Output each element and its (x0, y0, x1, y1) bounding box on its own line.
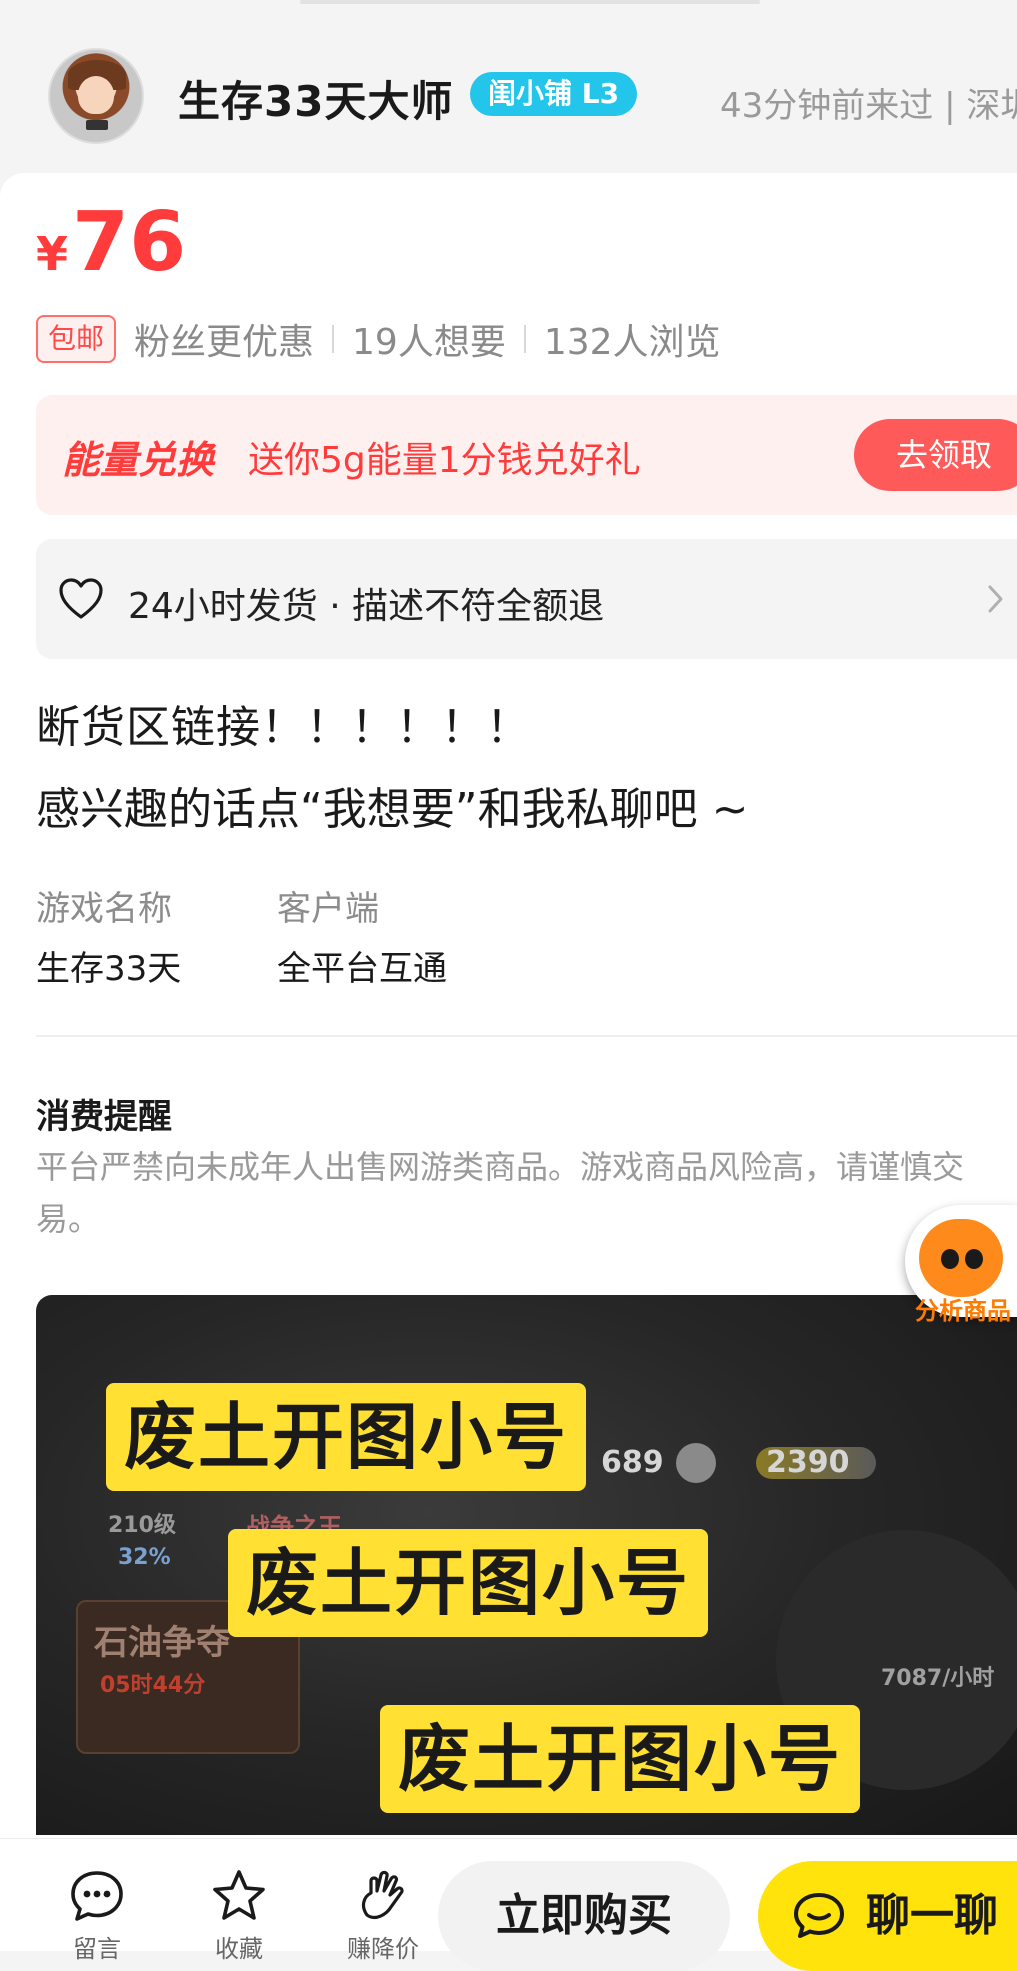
shop-level-badge[interactable]: 闺小铺 L3 (470, 72, 638, 116)
seller-header[interactable]: 生存33天大师 闺小铺 L3 43分钟前来过 | 深圳 (0, 18, 1017, 173)
bottom-action-bar: 留言 收藏 赚降价 立即购买 聊一聊 (0, 1838, 1017, 1971)
buy-now-button[interactable]: 立即购买 (438, 1861, 730, 1971)
nav-favorite[interactable]: 收藏 (194, 1867, 284, 1963)
product-price: ¥76 (36, 195, 186, 290)
guarantee-row[interactable]: 24小时发货 · 描述不符全额退 (36, 539, 1017, 659)
chat-button-label: 聊一聊 (866, 1890, 998, 1941)
description-line-2: 感兴趣的话点“我想要”和我私聊吧 ~ (36, 784, 749, 835)
stat-divider (332, 325, 335, 353)
game-resource-orb (676, 1443, 716, 1483)
chevron-right-icon (988, 585, 1003, 613)
game-hud-percent: 32% (118, 1545, 171, 1570)
image-label: 废土开图小号 (380, 1705, 861, 1813)
section-divider (36, 1035, 1017, 1037)
analyze-label: 分析商品 (915, 1297, 1011, 1325)
mascot-icon (919, 1219, 1003, 1297)
mascot-eye (965, 1249, 983, 1269)
top-strip (0, 0, 1017, 18)
product-image[interactable]: 689 2390 210级 32% 战争之王 石油争夺 05时44分 7087/… (36, 1295, 1017, 1835)
claim-button[interactable]: 去领取 (854, 419, 1017, 491)
seller-avatar[interactable] (48, 48, 144, 144)
energy-text: 送你5g能量1分钱兑好礼 (248, 440, 641, 481)
mascot-eye (941, 1249, 959, 1269)
game-hud-event: 石油争夺 (94, 1623, 230, 1663)
nav-price-drop-label: 赚降价 (347, 1935, 419, 1963)
free-shipping-badge: 包邮 (36, 315, 117, 363)
fan-discount-text[interactable]: 粉丝更优惠 (134, 313, 314, 365)
nav-favorite-label: 收藏 (215, 1935, 263, 1963)
image-label: 废土开图小号 (228, 1529, 709, 1637)
chat-icon (794, 1893, 844, 1938)
game-hud-rate: 7087/小时 (881, 1666, 995, 1691)
nav-price-drop[interactable]: 赚降价 (338, 1867, 428, 1963)
notice-title: 消费提醒 (36, 1097, 172, 1137)
avatar-face (78, 76, 114, 114)
hand-icon (361, 1870, 404, 1920)
image-label: 废土开图小号 (106, 1383, 587, 1491)
energy-exchange-banner[interactable]: 能量兑换 送你5g能量1分钱兑好礼 去领取 (36, 395, 1017, 515)
heart-icon (59, 578, 103, 619)
game-hud-level: 210级 (108, 1513, 176, 1538)
guarantee-text: 24小时发货 · 描述不符全额退 (128, 586, 605, 627)
currency-symbol: ¥ (36, 227, 69, 281)
want-count: 19人想要 (352, 322, 506, 363)
attr-value-game-name: 生存33天 (36, 949, 182, 989)
notice-text: 平台严禁向未成年人出售网游类商品。游戏商品风险高，请谨慎交易。 (36, 1148, 965, 1238)
top-handle (300, 0, 760, 4)
game-hud-value: 689 (601, 1445, 664, 1480)
attr-value-client: 全平台互通 (277, 949, 447, 989)
description-line-1: 断货区链接！！！！！！ (36, 702, 531, 753)
product-card: ¥76 包邮 粉丝更优惠 19人想要 132人浏览 能量兑换 送你5g能量1分钱… (0, 173, 1017, 1950)
avatar-tag (86, 120, 108, 130)
price-value: 76 (72, 195, 187, 290)
star-icon (213, 1870, 265, 1920)
attr-label-game-name: 游戏名称 (36, 889, 172, 929)
last-visit-text: 43分钟前来过 | 深圳 (720, 86, 1017, 126)
message-icon (71, 1871, 123, 1921)
attr-label-client: 客户端 (277, 889, 379, 929)
view-count: 132人浏览 (543, 322, 721, 363)
nav-message-label: 留言 (73, 1935, 121, 1963)
game-hud-timer: 05时44分 (100, 1673, 206, 1698)
nav-message[interactable]: 留言 (52, 1867, 142, 1963)
energy-title: 能量兑换 (62, 438, 215, 482)
stat-divider (523, 325, 526, 353)
chat-button[interactable]: 聊一聊 (758, 1861, 1017, 1971)
analyze-product-button[interactable]: 分析商品 (905, 1205, 1017, 1329)
product-stats: 包邮 粉丝更优惠 19人想要 132人浏览 (36, 313, 721, 365)
seller-name[interactable]: 生存33天大师 (178, 68, 453, 129)
game-hud-value: 2390 (766, 1445, 850, 1480)
